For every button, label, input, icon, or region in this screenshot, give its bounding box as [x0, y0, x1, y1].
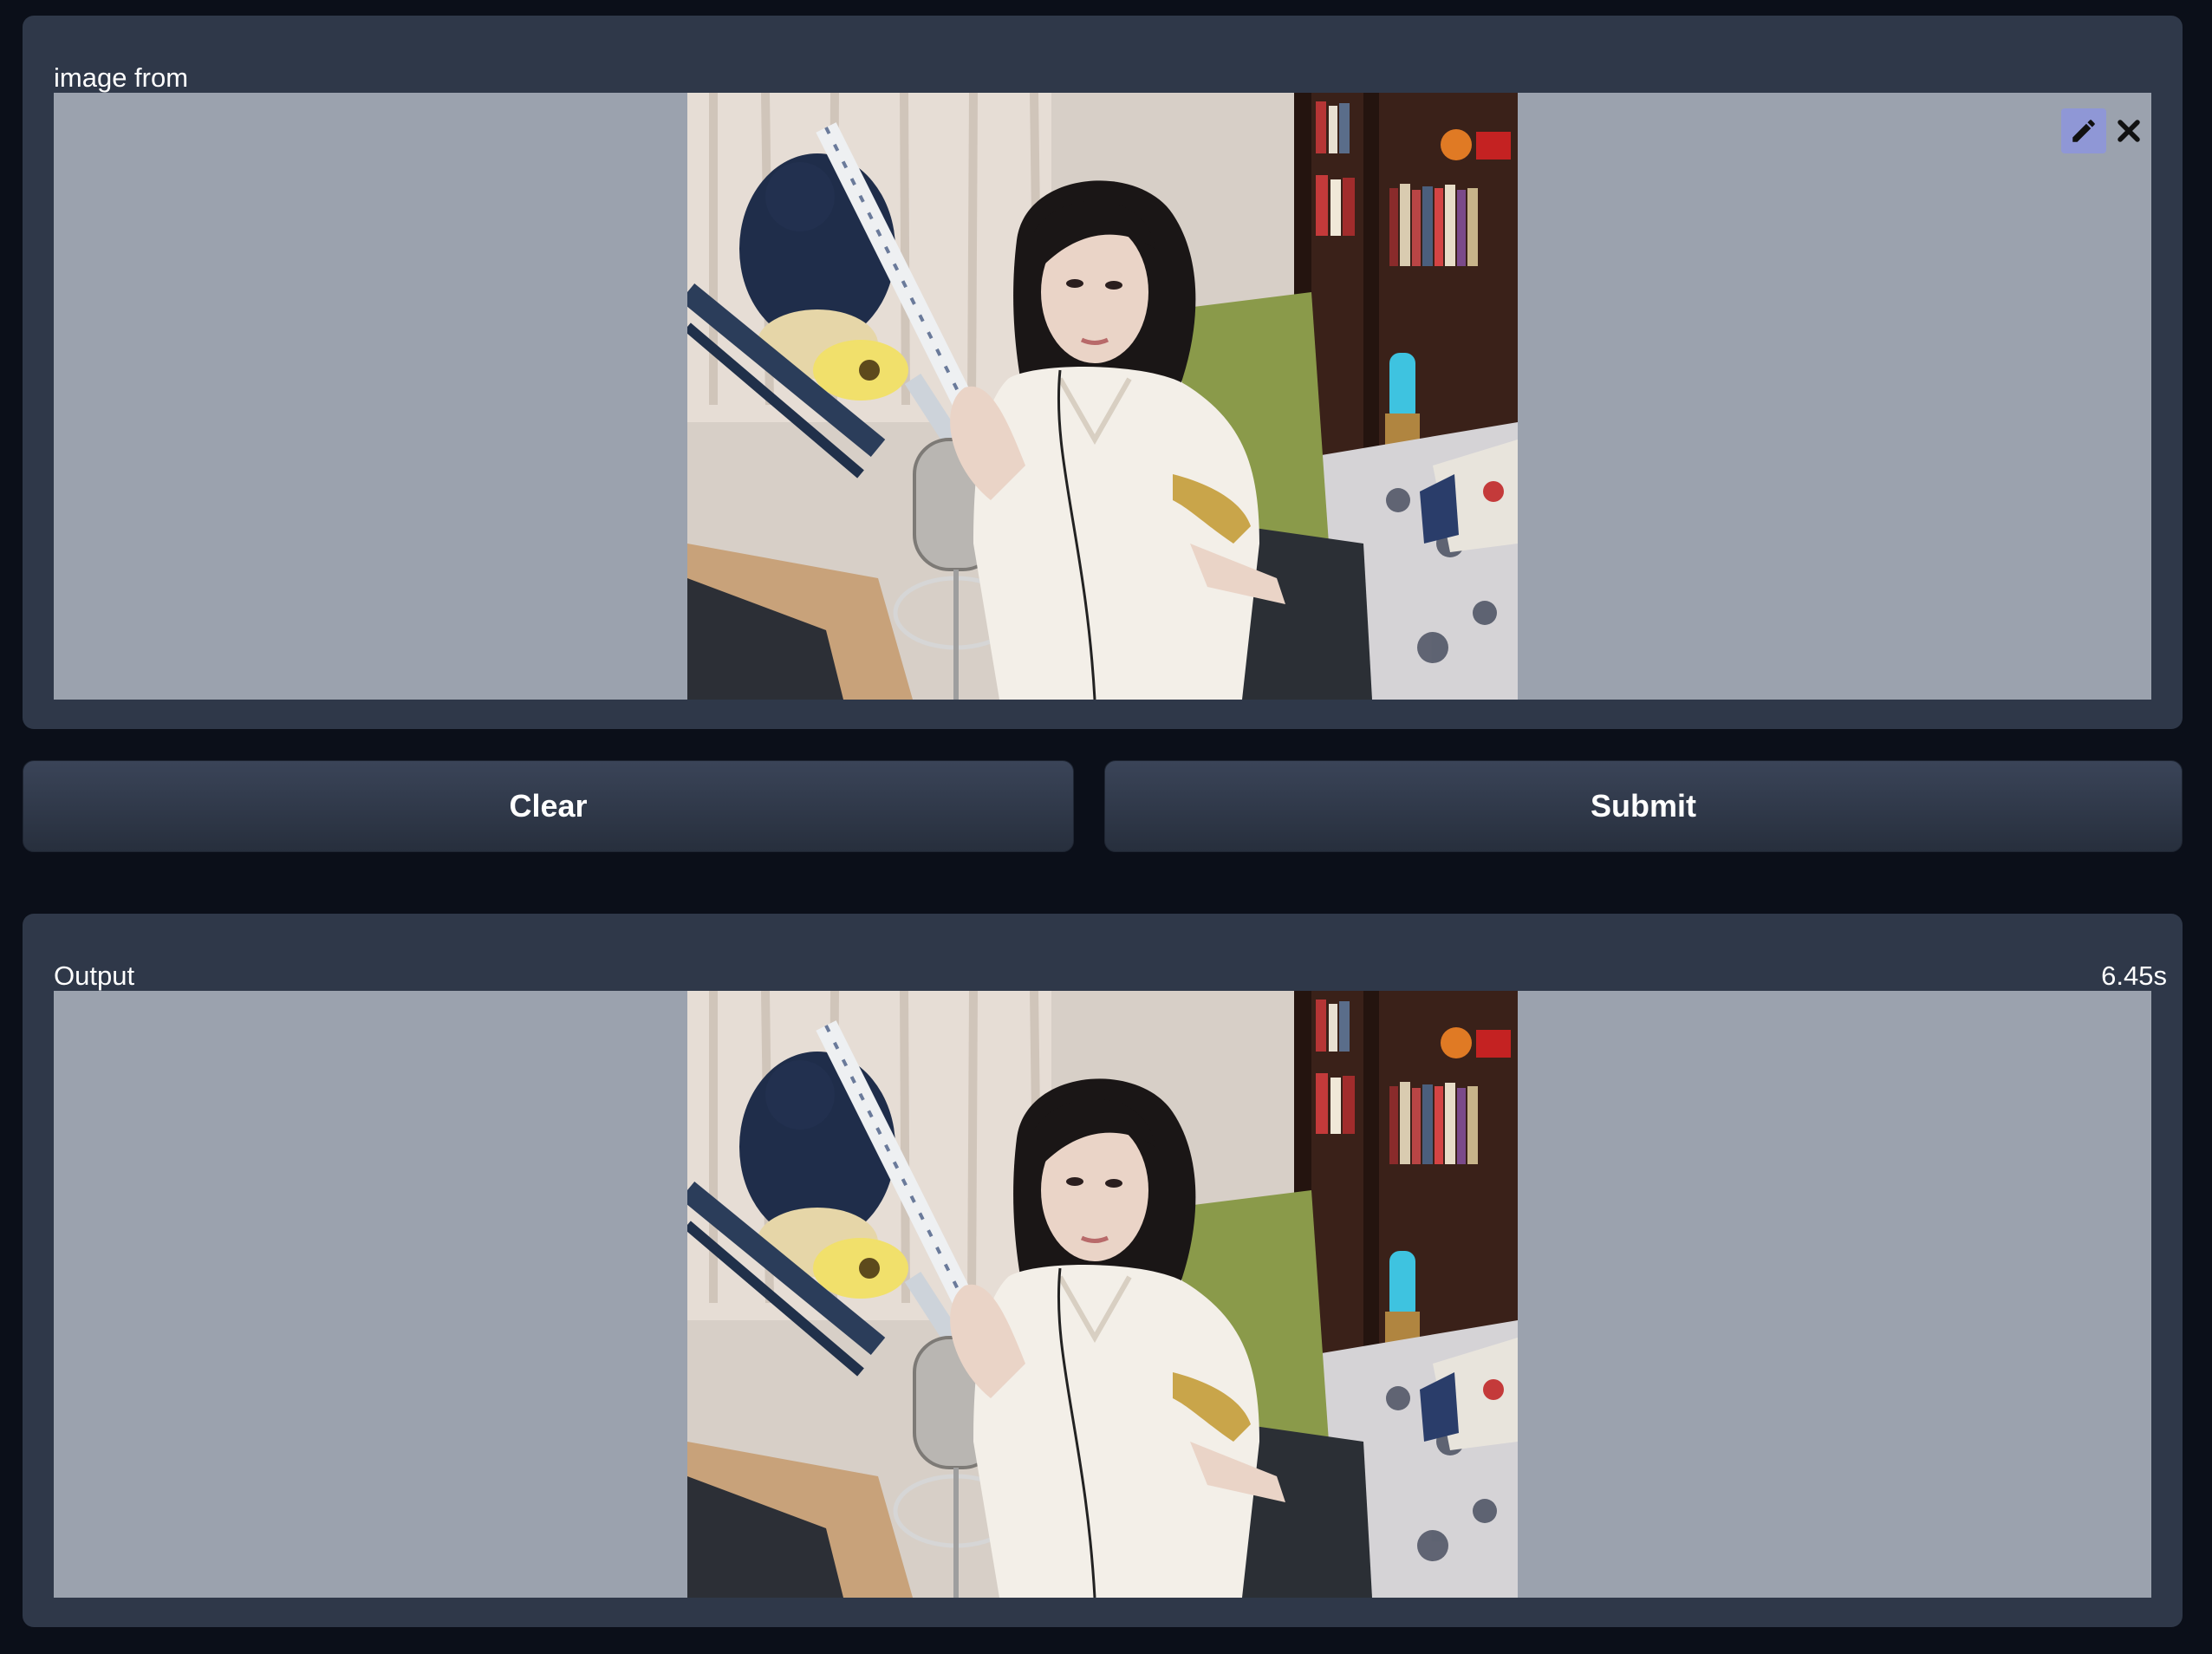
clear-button[interactable]: Clear: [23, 760, 1074, 852]
remove-image-button[interactable]: [2106, 108, 2151, 153]
input-image-label: image from: [54, 62, 189, 93]
elapsed-time: 6.45s: [2101, 960, 2167, 991]
input-image-area[interactable]: [54, 93, 2151, 700]
close-icon: [2118, 120, 2140, 142]
submit-button[interactable]: Submit: [1104, 760, 2183, 852]
output-image-panel: Output 6.45s: [23, 914, 2183, 1627]
output-image-area: [54, 991, 2151, 1598]
output-image: [687, 991, 1518, 1598]
input-image-panel: image from: [23, 16, 2183, 729]
edit-image-button[interactable]: [2061, 108, 2106, 153]
input-image: [687, 93, 1518, 700]
output-label: Output: [54, 960, 135, 991]
pencil-icon: [2072, 120, 2095, 142]
